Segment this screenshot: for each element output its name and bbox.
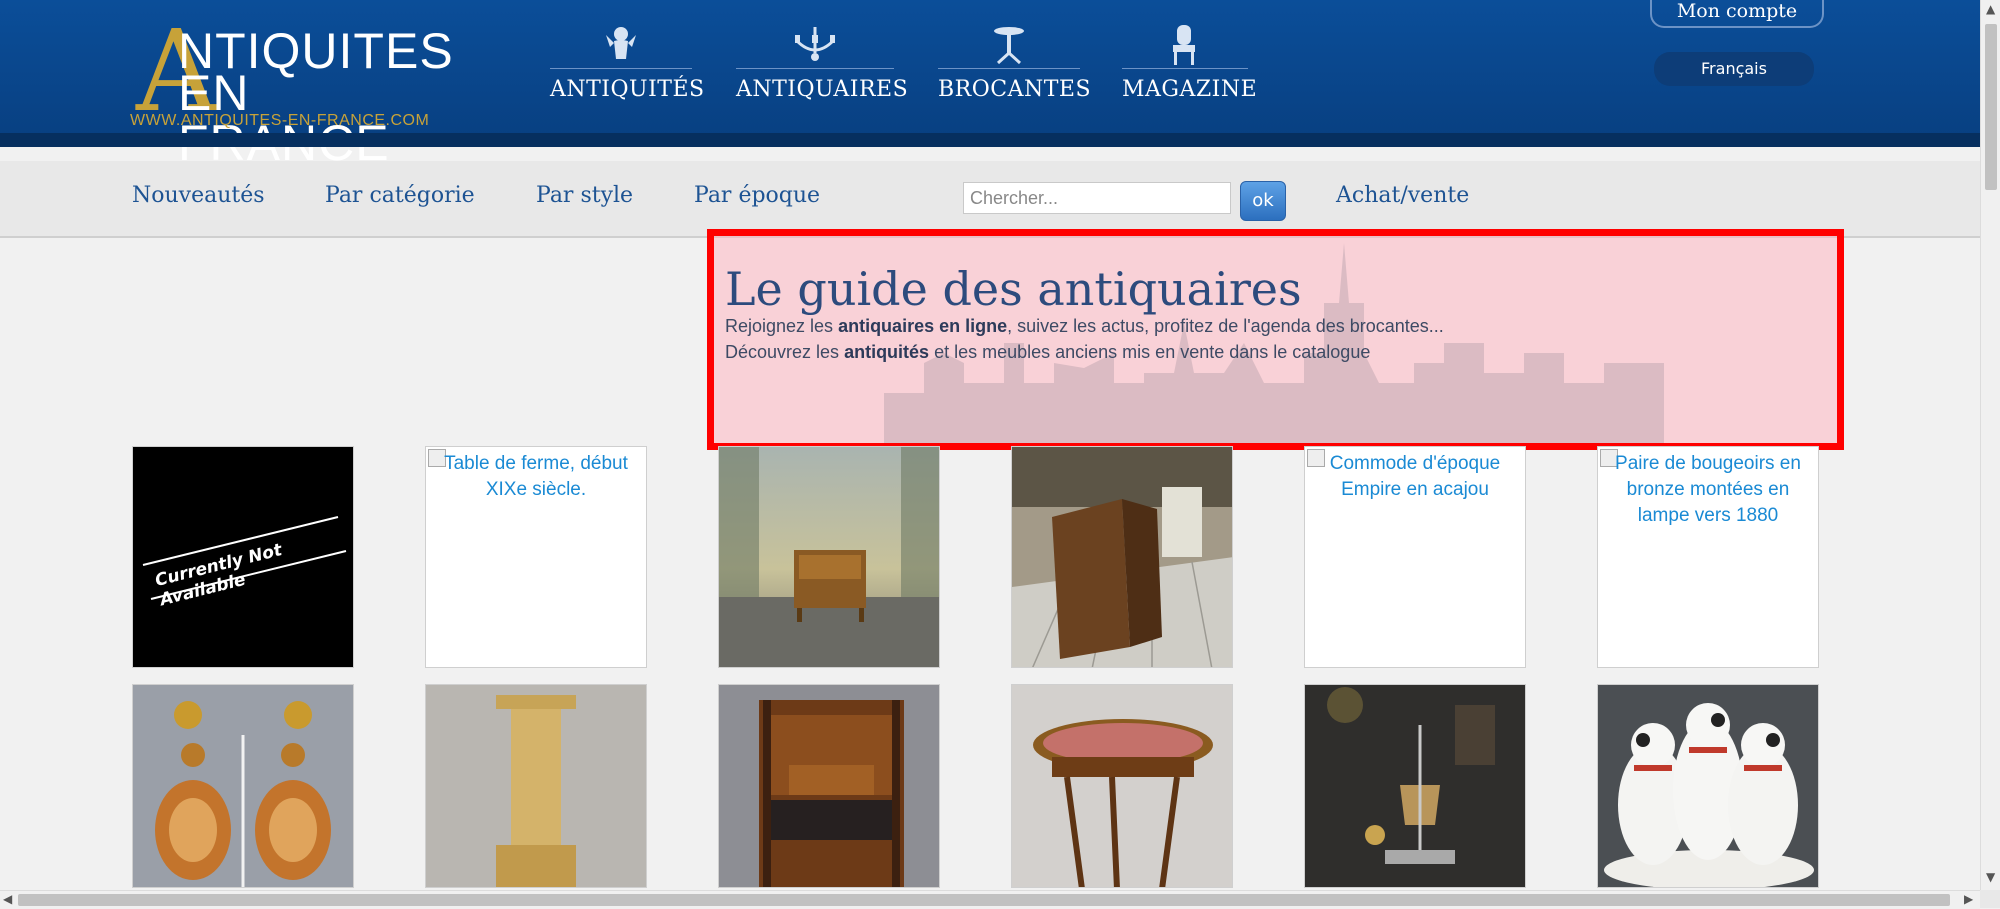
product-tile[interactable]: Paire de bougeoirs en bronze montées en … — [1597, 446, 1819, 668]
scroll-down-arrow-icon[interactable]: ▼ — [1986, 870, 1995, 884]
nav-antiquites[interactable]: ANTIQUITÉS — [550, 22, 705, 110]
subnav-par-style[interactable]: Par style — [536, 183, 633, 208]
armchair-icon — [1122, 22, 1248, 69]
gueridon-table-icon — [938, 22, 1080, 69]
header-divider — [0, 133, 1980, 147]
product-tile[interactable]: Commode d'époque Empire en acajou — [1304, 446, 1526, 668]
account-link[interactable]: Mon compte — [1650, 0, 1824, 28]
product-tile[interactable] — [718, 684, 940, 888]
horizontal-scroll-thumb[interactable] — [18, 894, 1950, 906]
horizontal-scrollbar[interactable]: ◀ ▶ — [0, 890, 1980, 909]
site-header: A NTIQUITES EN FRANCE WWW.ANTIQUITES-EN-… — [0, 0, 1980, 168]
hero-title: Le guide des antiquaires — [725, 262, 1302, 316]
subnav-nouveautes[interactable]: Nouveautés — [132, 183, 265, 208]
vertical-scrollbar[interactable]: ▲ ▼ — [1980, 0, 2000, 890]
nav-label: ANTIQUITÉS — [550, 77, 705, 102]
language-selector[interactable]: Français — [1654, 52, 1814, 86]
nav-label: ANTIQUAIRES — [736, 77, 909, 102]
product-tile[interactable] — [1011, 446, 1233, 668]
hero-line-1: Rejoignez les antiquaires en ligne, suiv… — [725, 316, 1444, 337]
chandelier-icon — [736, 22, 894, 69]
product-photo — [133, 685, 353, 887]
hero-line-1-text: , suivez les actus, profitez de l'agenda… — [1007, 316, 1444, 336]
subnav-par-categorie[interactable]: Par catégorie — [325, 183, 475, 208]
product-photo — [1012, 685, 1232, 887]
product-alt-text: Commode d'époque Empire en acajou — [1329, 453, 1501, 500]
hero-line-2-text: et les meubles anciens mis en vente dans… — [929, 342, 1371, 362]
product-photo — [1305, 685, 1525, 887]
search-ok-button[interactable]: ok — [1240, 181, 1286, 221]
product-tile[interactable] — [132, 684, 354, 888]
product-photo — [1012, 447, 1232, 667]
hero-banner: Le guide des antiquaires Rejoignez les a… — [707, 229, 1844, 450]
search-input[interactable] — [963, 182, 1231, 214]
scrollbar-corner — [1980, 890, 2000, 908]
hero-line-2: Découvrez les antiquités et les meubles … — [725, 342, 1370, 363]
product-photo — [1598, 685, 1818, 887]
product-tile[interactable] — [1011, 684, 1233, 888]
vertical-scroll-thumb[interactable] — [1985, 24, 1997, 190]
scroll-right-arrow-icon[interactable]: ▶ — [1964, 892, 1973, 906]
product-tile[interactable] — [718, 446, 940, 668]
nav-antiquaires[interactable]: ANTIQUAIRES — [736, 22, 909, 110]
nav-label: MAGAZINE — [1122, 77, 1258, 102]
product-alt-text: Table de ferme, début XIXe siècle. — [444, 453, 628, 500]
product-photo — [426, 685, 646, 887]
site-logo[interactable]: A NTIQUITES EN FRANCE WWW.ANTIQUITES-EN-… — [130, 16, 453, 168]
product-tile[interactable]: Currently Not Available — [132, 446, 354, 668]
subnav-achat-vente[interactable]: Achat/vente — [1336, 183, 1469, 208]
product-tile[interactable] — [425, 684, 647, 888]
scroll-left-arrow-icon[interactable]: ◀ — [3, 892, 12, 906]
logo-url: WWW.ANTIQUITES-EN-FRANCE.COM — [130, 112, 430, 129]
cherub-icon — [550, 22, 692, 69]
scroll-up-arrow-icon[interactable]: ▲ — [1986, 2, 1995, 16]
product-photo — [719, 447, 939, 667]
nav-label: BROCANTES — [938, 77, 1092, 102]
hero-line-2-link[interactable]: antiquités — [844, 342, 929, 362]
subnav-par-epoque[interactable]: Par époque — [694, 183, 820, 208]
product-tile[interactable] — [1597, 684, 1819, 888]
sub-nav: Nouveautés Par catégorie Par style Par é… — [0, 161, 1980, 238]
nav-magazine[interactable]: MAGAZINE — [1122, 22, 1258, 110]
hero-line-2-text: Découvrez les — [725, 342, 845, 362]
product-alt-text: Paire de bougeoirs en bronze montées en … — [1615, 453, 1801, 526]
hero-line-1-link[interactable]: antiquaires en ligne — [838, 316, 1007, 336]
nav-brocantes[interactable]: BROCANTES — [938, 22, 1092, 110]
product-tile[interactable] — [1304, 684, 1526, 888]
product-photo — [719, 685, 939, 887]
hero-line-1-text: Rejoignez les — [725, 316, 839, 336]
product-tile[interactable]: Table de ferme, début XIXe siècle. — [425, 446, 647, 668]
